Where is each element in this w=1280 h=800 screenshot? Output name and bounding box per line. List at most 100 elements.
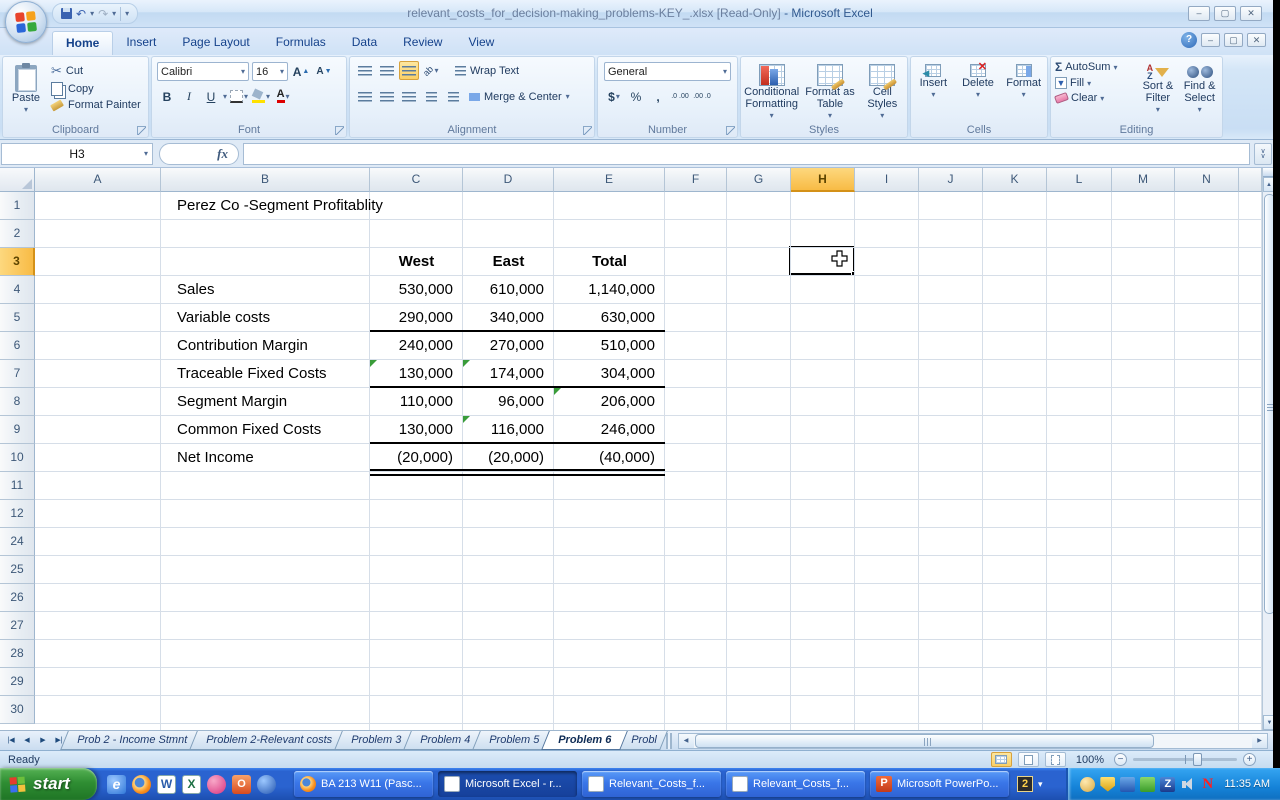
number-dialog-launcher[interactable] xyxy=(726,126,735,135)
messenger-pink-icon[interactable] xyxy=(207,775,226,794)
clear-button[interactable]: Clear▾ xyxy=(1055,92,1137,104)
name-box-dropdown-icon[interactable]: ▾ xyxy=(144,149,148,158)
select-all-corner[interactable] xyxy=(0,168,35,192)
column-header-K[interactable]: K xyxy=(983,168,1047,192)
align-center-button[interactable] xyxy=(377,87,397,106)
help-icon[interactable]: ? xyxy=(1181,32,1197,48)
column-header-M[interactable]: M xyxy=(1112,168,1175,192)
cell-value[interactable]: (20,000) xyxy=(370,444,463,472)
row-header-7[interactable]: 7 xyxy=(0,360,35,388)
zonealarm-icon[interactable]: Z xyxy=(1160,777,1175,792)
column-header-I[interactable]: I xyxy=(855,168,919,192)
column-header-H[interactable]: H xyxy=(791,168,855,192)
format-painter-button[interactable]: Format Painter xyxy=(51,99,141,111)
paste-button[interactable]: Paste▾ xyxy=(7,61,45,116)
zoom-slider-thumb[interactable] xyxy=(1193,753,1202,766)
row-header-6[interactable]: 6 xyxy=(0,332,35,360)
row-header-8[interactable]: 8 xyxy=(0,388,35,416)
tab-home[interactable]: Home xyxy=(52,31,113,55)
fill-color-button[interactable]: ▾ xyxy=(251,87,271,106)
merge-center-button[interactable]: Merge & Center▾ xyxy=(469,91,570,103)
name-box[interactable]: H3 ▾ xyxy=(1,143,153,165)
cell-title[interactable]: Perez Co -Segment Profitablity xyxy=(177,192,597,220)
copy-button[interactable]: Copy xyxy=(51,82,141,96)
cell-value[interactable]: 96,000 xyxy=(463,388,554,416)
column-header-D[interactable]: D xyxy=(463,168,554,192)
cell-value[interactable]: 174,000 xyxy=(463,360,554,388)
excel-icon[interactable]: X xyxy=(182,775,201,794)
cell-value[interactable]: 304,000 xyxy=(554,360,665,388)
insert-cells-button[interactable]: ◀ Insert▾ xyxy=(913,60,953,101)
norton-icon[interactable]: N xyxy=(1200,777,1215,792)
office-button[interactable] xyxy=(5,1,47,43)
tab-formulas[interactable]: Formulas xyxy=(263,31,339,55)
tools-icon[interactable] xyxy=(1120,777,1135,792)
column-header-partial[interactable] xyxy=(1239,168,1262,192)
cell-value[interactable]: 290,000 xyxy=(370,304,463,332)
align-right-button[interactable] xyxy=(399,87,419,106)
clipboard-dialog-launcher[interactable] xyxy=(137,126,146,135)
grid[interactable]: Perez Co -Segment ProfitablityWestEastTo… xyxy=(35,192,1262,730)
shrink-font-button[interactable]: A▼ xyxy=(314,62,334,81)
tab-insert[interactable]: Insert xyxy=(113,31,169,55)
font-name-select[interactable]: Calibri▾ xyxy=(157,62,249,81)
messenger-icon[interactable] xyxy=(1080,777,1095,792)
top-align-button[interactable] xyxy=(355,61,375,80)
horizontal-scroll-thumb[interactable] xyxy=(695,734,1154,748)
smart-tag-icon[interactable] xyxy=(463,416,470,423)
format-cells-button[interactable]: Format▾ xyxy=(1003,60,1045,101)
formula-input[interactable] xyxy=(243,143,1250,165)
row-header-12[interactable]: 12 xyxy=(0,500,35,528)
tab-review[interactable]: Review xyxy=(390,31,455,55)
bottom-align-button[interactable] xyxy=(399,61,419,80)
normal-view-button[interactable] xyxy=(991,752,1012,767)
first-sheet-icon[interactable]: |◀ xyxy=(3,733,19,749)
row-header-9[interactable]: 9 xyxy=(0,416,35,444)
scroll-left-icon[interactable]: ◀ xyxy=(679,734,694,748)
cell-value[interactable]: 610,000 xyxy=(463,276,554,304)
cell-value[interactable]: 246,000 xyxy=(554,416,665,444)
undo-icon[interactable]: ↶ xyxy=(76,8,86,20)
format-as-table-button[interactable]: Format as Table▾ xyxy=(805,60,855,122)
cut-button[interactable]: ✂Cut xyxy=(51,63,141,79)
cell-value[interactable]: (40,000) xyxy=(554,444,665,472)
cell-header-total[interactable]: Total xyxy=(554,248,665,276)
tab-view[interactable]: View xyxy=(455,31,507,55)
column-header-J[interactable]: J xyxy=(919,168,983,192)
row-header-30[interactable]: 30 xyxy=(0,696,35,724)
column-header-C[interactable]: C xyxy=(370,168,463,192)
workbook-close-button[interactable]: ✕ xyxy=(1247,33,1266,47)
tab-split-handle[interactable] xyxy=(666,733,674,749)
row-header-26[interactable]: 26 xyxy=(0,584,35,612)
prev-sheet-icon[interactable]: ◀ xyxy=(19,733,35,749)
sort-filter-button[interactable]: AZ Sort & Filter▾ xyxy=(1137,60,1180,116)
taskbar-button[interactable]: XMicrosoft Excel - r... xyxy=(438,771,577,797)
smart-tag-icon[interactable] xyxy=(554,388,561,395)
cell-value[interactable]: (20,000) xyxy=(463,444,554,472)
middle-align-button[interactable] xyxy=(377,61,397,80)
column-header-B[interactable]: B xyxy=(161,168,370,192)
horizontal-scrollbar[interactable]: ◀ ▶ xyxy=(678,733,1268,749)
grow-font-button[interactable]: A▲ xyxy=(291,62,311,81)
number-format-select[interactable]: General▾ xyxy=(604,62,731,81)
borders-button[interactable]: ▾ xyxy=(229,87,249,106)
accounting-format-button[interactable]: $▾ xyxy=(604,87,624,106)
language-badge[interactable]: 2 xyxy=(1017,776,1033,792)
cell-header-east[interactable]: East xyxy=(463,248,554,276)
cell-label[interactable]: Traceable Fixed Costs xyxy=(177,360,377,388)
cell-value[interactable]: 1,140,000 xyxy=(554,276,665,304)
cell-label[interactable]: Net Income xyxy=(177,444,377,472)
scroll-right-icon[interactable]: ▶ xyxy=(1252,734,1267,748)
taskbar-button[interactable]: WRelevant_Costs_f... xyxy=(582,771,721,797)
tab-data[interactable]: Data xyxy=(339,31,390,55)
delete-cells-button[interactable]: ✕ Delete▾ xyxy=(958,60,998,101)
cell-styles-button[interactable]: Cell Styles▾ xyxy=(860,60,904,122)
cell-value[interactable]: 510,000 xyxy=(554,332,665,360)
save-icon[interactable] xyxy=(61,8,72,19)
antivirus-icon[interactable] xyxy=(1140,777,1155,792)
bold-button[interactable]: B xyxy=(157,87,177,106)
cell-value[interactable]: 270,000 xyxy=(463,332,554,360)
comma-style-button[interactable]: , xyxy=(648,87,668,106)
font-color-button[interactable]: A▾ xyxy=(273,87,293,106)
insert-function-button[interactable]: fx xyxy=(159,143,239,165)
